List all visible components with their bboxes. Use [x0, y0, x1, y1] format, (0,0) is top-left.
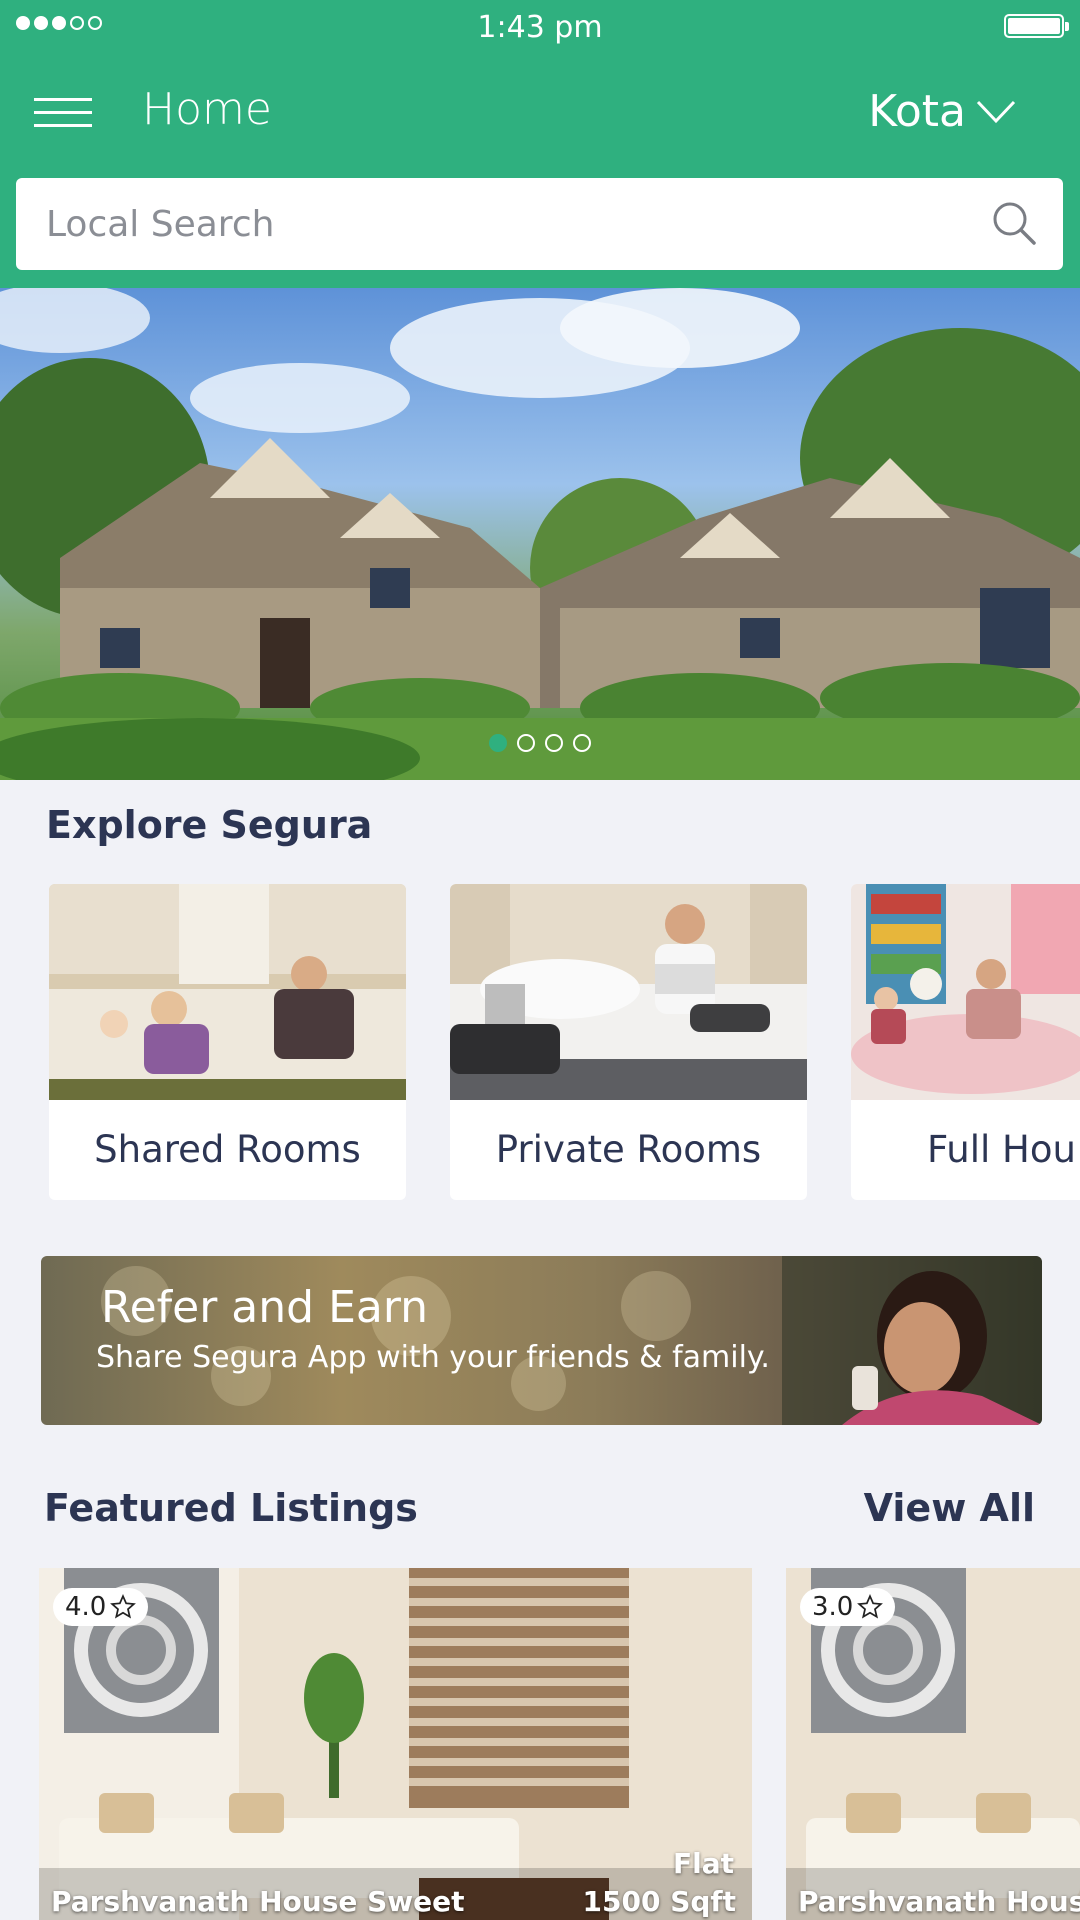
- private-rooms-image: [450, 884, 807, 1100]
- featured-title: Featured Listings: [44, 1486, 418, 1530]
- explore-title: Explore Segura: [46, 803, 373, 847]
- status-time: 1:43 pm: [477, 10, 603, 45]
- category-label: Private Rooms: [495, 1128, 762, 1171]
- hamburger-menu-icon[interactable]: [34, 98, 92, 128]
- rating-badge: 3.0: [800, 1588, 896, 1626]
- pager-dot[interactable]: [545, 734, 563, 752]
- refer-woman-image: [782, 1256, 1042, 1425]
- view-all-link[interactable]: View All: [864, 1486, 1035, 1530]
- city-selector[interactable]: Kota: [868, 86, 1016, 137]
- full-house-image: [851, 884, 1080, 1100]
- hero-house-image: [0, 288, 1080, 780]
- category-label: Full Hou: [927, 1128, 1076, 1171]
- battery-icon: [1004, 14, 1069, 38]
- search-input[interactable]: [46, 178, 946, 270]
- category-shared-rooms[interactable]: Shared Rooms: [49, 884, 406, 1200]
- rating-value: 4.0: [65, 1592, 107, 1622]
- category-full-house[interactable]: Full Hou: [851, 884, 1080, 1200]
- app-header: 1:43 pm Home Kota: [0, 0, 1080, 288]
- refer-subtitle: Share Segura App with your friends & fam…: [96, 1340, 770, 1375]
- listing-name: Parshvanath House Sweet: [51, 1885, 465, 1918]
- listing-size: 1500 Sqft: [582, 1885, 736, 1918]
- carousel-pager: [0, 734, 1080, 752]
- listing-card[interactable]: 4.0 Parshvanath House Sweet Flat 1500 Sq…: [39, 1568, 752, 1920]
- refer-title: Refer and Earn: [101, 1282, 429, 1333]
- category-label: Shared Rooms: [94, 1128, 361, 1171]
- listing-card[interactable]: 3.0 Parshvanath House: [786, 1568, 1080, 1920]
- rating-badge: 4.0: [53, 1588, 149, 1626]
- search-icon[interactable]: [991, 200, 1037, 246]
- chevron-down-icon: [976, 100, 1016, 123]
- star-icon: [857, 1594, 884, 1619]
- shared-rooms-image: [49, 884, 406, 1100]
- refer-earn-banner[interactable]: Refer and Earn Share Segura App with you…: [41, 1256, 1042, 1425]
- listing-name: Parshvanath House: [798, 1885, 1080, 1918]
- category-private-rooms[interactable]: Private Rooms: [450, 884, 807, 1200]
- city-label: Kota: [868, 86, 966, 137]
- listing-type: Flat: [672, 1847, 734, 1880]
- rating-value: 3.0: [812, 1592, 854, 1622]
- star-icon: [110, 1594, 137, 1619]
- pager-dot-active[interactable]: [489, 734, 507, 752]
- page-title: Home: [142, 84, 272, 135]
- pager-dot[interactable]: [573, 734, 591, 752]
- hero-carousel[interactable]: [0, 288, 1080, 780]
- pager-dot[interactable]: [517, 734, 535, 752]
- search-bar: [16, 178, 1063, 270]
- status-bar: 1:43 pm: [0, 0, 1080, 56]
- listing-image: [39, 1568, 752, 1920]
